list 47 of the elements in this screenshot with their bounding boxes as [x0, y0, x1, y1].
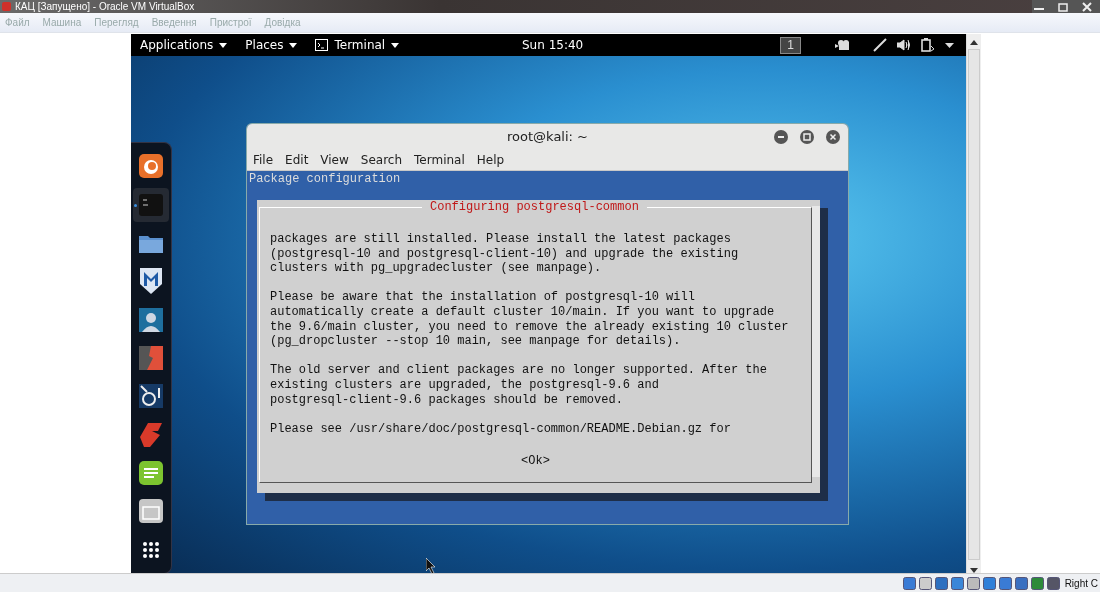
scrollbar[interactable]: [966, 34, 981, 573]
restore-icon[interactable]: [1056, 1, 1070, 12]
dialog-title: Configuring postgresql-common: [422, 200, 647, 214]
close-icon[interactable]: [1080, 1, 1094, 12]
ok-button[interactable]: <Ok>: [521, 454, 550, 468]
mouse-pointer-icon: [426, 558, 436, 573]
menu-item[interactable]: Help: [476, 152, 505, 167]
bolt-icon: [139, 345, 163, 370]
terminal-icon: [315, 39, 329, 51]
menu-item[interactable]: File: [253, 152, 274, 167]
clock[interactable]: Sun 15:40: [522, 38, 584, 52]
volume-icon[interactable]: [897, 39, 911, 51]
workspace-indicator[interactable]: 1: [780, 36, 801, 54]
maximize-icon[interactable]: [800, 130, 814, 144]
camera-icon[interactable]: [835, 40, 849, 50]
panel-menu[interactable]: Terminal: [309, 36, 406, 54]
minimize-icon[interactable]: [774, 130, 788, 144]
dialog-paragraph: Please see /usr/share/doc/postgresql-common/README.Debian.gz for: [270, 421, 732, 437]
caret-icon: [289, 42, 298, 48]
caret-icon[interactable]: [945, 42, 954, 48]
window-title: КАЦ [Запущено] - Oracle VM VirtualBox: [15, 0, 195, 13]
window-title: root@kali: ~: [507, 129, 588, 144]
caret-icon: [391, 42, 400, 48]
dialog-paragraph: The old server and client packages are no longer supported. After the existing clusters are upgraded, the postgresql-9.6 and postgresql-client-9.6 packages should be removed.: [270, 363, 768, 408]
dialog-paragraph: packages are still installed. Please install the latest packages (postgresql-10 and postgresql-client-10) and upgrade the existing clusters with pg_upgradecluster (see manpage).: [270, 232, 740, 276]
panel-menu[interactable]: Places: [239, 36, 304, 54]
menu-item[interactable]: Search: [360, 152, 403, 167]
battery-icon[interactable]: [921, 38, 935, 52]
menu-item[interactable]: Terminal: [414, 152, 465, 167]
control-panel-icon: [139, 499, 163, 524]
avatar-icon: [139, 307, 163, 332]
screen-heading: Package configuration: [248, 171, 402, 187]
app-logo-icon: [2, 2, 11, 11]
menu-item[interactable]: Edit: [285, 152, 309, 167]
notes-icon: [139, 461, 163, 486]
close-icon[interactable]: [826, 130, 840, 144]
terminal-icon: [139, 193, 163, 216]
flame-icon: [140, 422, 162, 447]
arrow-down-icon[interactable]: [970, 568, 978, 573]
menu-item[interactable]: View: [320, 152, 349, 167]
host-key-label: Right C: [1064, 577, 1099, 589]
panel-menu[interactable]: Applications: [134, 36, 234, 54]
dialog-paragraph: Please be aware that the installation of postgresql-10 will automatically create a default cluster 10/main. If you want to upgrade the 9.6/main cluster, you need to remove the already existing 10 cluster (pg_dropcluster --stop 10 main, see manpage for details).: [270, 290, 790, 349]
shield-icon: [140, 268, 162, 295]
caret-icon: [219, 42, 228, 48]
app-grid-icon: [143, 541, 159, 558]
arrow-up-icon[interactable]: [970, 40, 978, 45]
